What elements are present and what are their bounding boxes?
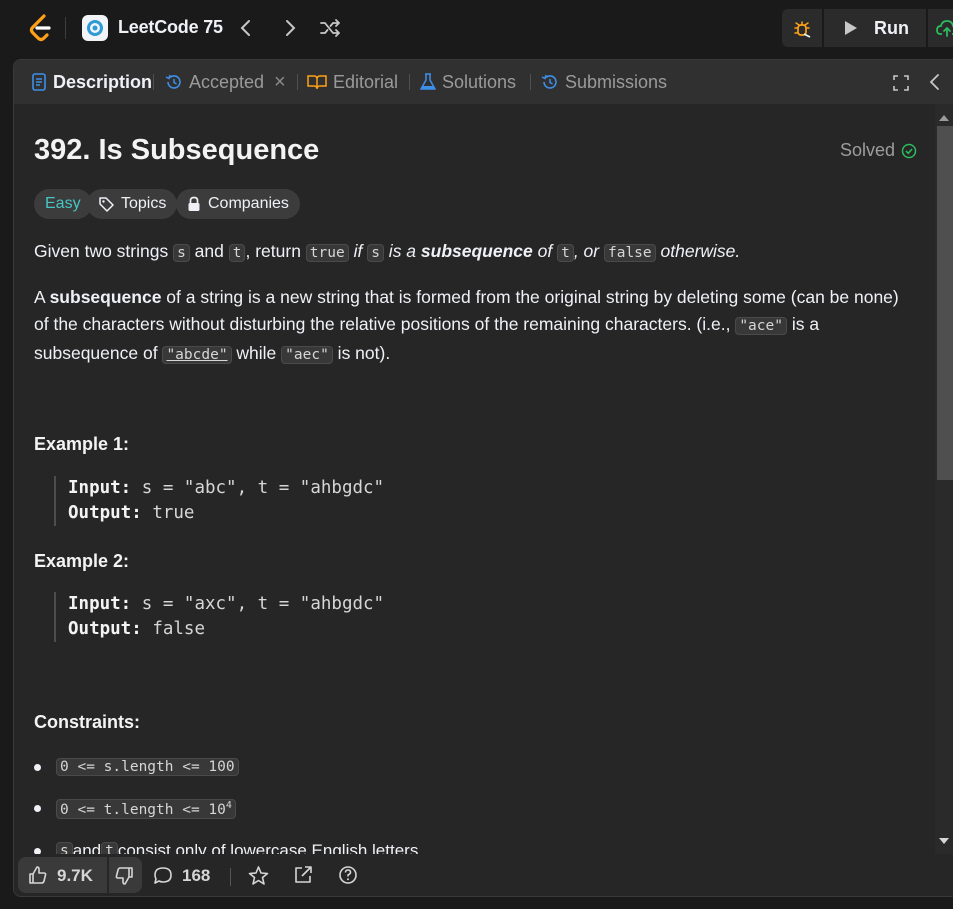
bottom-action-bar: 9.7K 168 [14,854,953,896]
study-plan-icon[interactable] [82,15,108,41]
page-title[interactable]: 392. Is Subsequence [34,134,319,167]
history-icon [541,74,557,89]
example-1-heading: Example 1: [34,434,130,454]
example-1-block: Input: s = "abc", t = "ahbgdc" Output: t… [54,476,384,526]
thumbs-up-icon[interactable] [28,865,48,885]
code-actions-toolbar [782,9,953,47]
top-nav: LeetCode 75 Run [0,0,953,56]
book-icon [307,75,327,90]
companies-button[interactable]: Companies [176,189,300,219]
problem-description: 392. Is Subsequence Solved Easy Topics C… [14,104,934,854]
fullscreen-icon[interactable] [892,74,910,92]
lock-icon [188,196,200,211]
description-panel: Description Accepted × Editorial Solutio… [13,59,953,897]
help-icon[interactable] [338,865,358,885]
close-tab-icon[interactable]: × [274,72,286,92]
share-icon[interactable] [293,865,313,885]
tab-divider [297,74,298,90]
thumbs-down-icon[interactable] [114,866,134,886]
difficulty-label: Easy [45,195,81,212]
companies-label: Companies [208,195,289,212]
play-icon [845,21,857,35]
check-circle-icon [901,143,917,158]
tab-solutions[interactable]: Solutions [420,60,516,104]
vote-divider [107,857,109,893]
subsequence-definition: A subsequence of a string is a new strin… [34,287,899,364]
example-2-heading: Example 2: [34,551,130,571]
comments-count[interactable]: 168 [182,866,210,886]
bug-icon [794,21,811,38]
flask-icon [420,73,436,90]
topics-label: Topics [121,195,167,212]
tab-divider [409,74,410,90]
tab-divider [530,74,531,90]
tab-divider [153,74,154,90]
constraints-heading: Constraints: [34,712,141,732]
next-problem-icon[interactable] [278,16,302,40]
run-button-label[interactable]: Run [874,18,909,39]
solved-status: Solved [840,140,917,161]
star-icon[interactable] [248,865,269,886]
problem-statement: Given two strings s and t, return true i… [34,241,741,262]
divider [230,868,231,886]
topics-button[interactable]: Topics [87,189,178,219]
tab-editorial[interactable]: Editorial [307,60,398,104]
cloud-upload-icon [936,20,953,37]
tab-label: Editorial [333,71,399,92]
prev-problem-icon[interactable] [234,16,258,40]
list-item: s and t consist only of lowercase Englis… [34,841,423,854]
list-item: 0 <= s.length <= 100 [34,758,239,776]
tab-accepted[interactable]: Accepted [164,60,264,104]
leetcode-logo-icon[interactable] [27,13,55,43]
shuffle-icon[interactable] [318,16,342,40]
scroll-up-arrow[interactable] [939,115,949,121]
panel-tab-bar: Description Accepted × Editorial Solutio… [14,60,953,104]
tab-label: Solutions [442,71,517,92]
tag-icon [99,197,114,212]
tab-label: Description [53,71,153,92]
example-2-block: Input: s = "axc", t = "ahbgdc" Output: f… [54,592,384,642]
description-icon [32,73,46,91]
tab-label: Accepted [189,71,265,92]
comment-icon[interactable] [153,866,173,886]
debug-button[interactable] [782,9,822,47]
solved-label: Solved [840,140,896,160]
tab-submissions[interactable]: Submissions [540,60,667,104]
tab-label: Submissions [565,71,668,92]
collapse-panel-icon[interactable] [928,73,942,91]
tab-description[interactable]: Description [31,60,152,104]
likes-count[interactable]: 9.7K [57,866,93,886]
history-icon [165,74,181,89]
submit-button[interactable] [928,9,953,47]
list-item: 0 <= t.length <= 104 [34,799,236,819]
divider [65,17,66,39]
scroll-down-arrow[interactable] [939,838,949,844]
scrollbar-thumb[interactable] [937,126,953,480]
difficulty-badge: Easy [34,189,92,219]
problem-list-title[interactable]: LeetCode 75 [118,17,223,38]
